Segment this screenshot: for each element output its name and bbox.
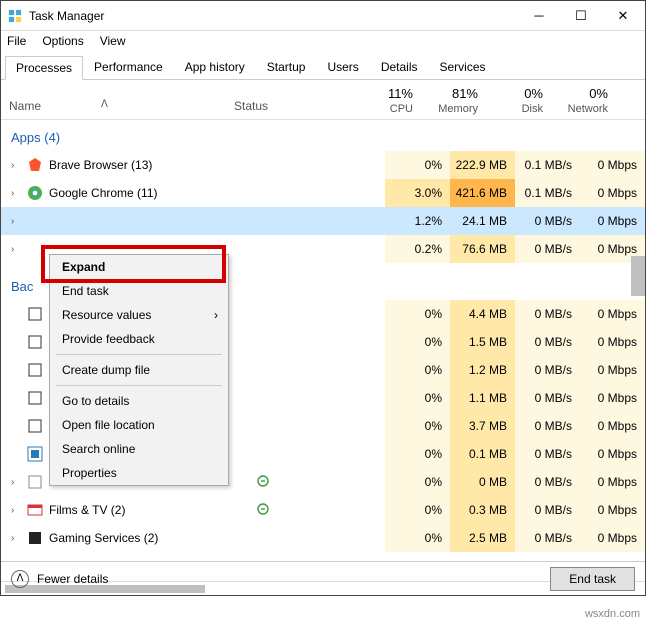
tab-performance[interactable]: Performance — [83, 55, 174, 79]
brave-icon — [27, 157, 43, 173]
footer: ᐱ Fewer details End task — [1, 561, 645, 595]
ctx-provide-feedback[interactable]: Provide feedback — [50, 327, 228, 351]
suspended-icon — [257, 503, 385, 518]
menu-file[interactable]: File — [7, 34, 26, 48]
chrome-icon — [27, 185, 43, 201]
menubar: File Options View — [1, 31, 645, 51]
generic-process-icon — [27, 362, 43, 378]
chevron-up-icon[interactable]: ᐱ — [11, 570, 29, 588]
col-disk-header[interactable]: 0% Disk — [486, 86, 551, 119]
chevron-right-icon[interactable]: › — [11, 533, 21, 544]
separator — [56, 385, 222, 386]
ctx-go-details[interactable]: Go to details — [50, 389, 228, 413]
generic-process-icon — [27, 418, 43, 434]
column-headers: ᐱ Name Status 11% CPU 81% Memory 0% Disk… — [1, 80, 645, 120]
app-icon — [7, 8, 23, 24]
vertical-scrollbar[interactable] — [631, 256, 645, 296]
watermark: wsxdn.com — [585, 608, 640, 620]
end-task-button[interactable]: End task — [550, 567, 635, 591]
sort-indicator-icon: ᐱ — [101, 99, 108, 110]
suspended-icon — [257, 475, 385, 490]
col-cpu-header[interactable]: 11% CPU — [356, 86, 421, 119]
ctx-expand[interactable]: Expand — [50, 255, 228, 279]
minimize-button[interactable]: ─ — [527, 4, 551, 28]
close-button[interactable]: ✕ — [611, 4, 635, 28]
menu-options[interactable]: Options — [42, 34, 83, 48]
chevron-right-icon[interactable]: › — [11, 216, 21, 227]
ctx-search-online[interactable]: Search online — [50, 437, 228, 461]
window-title: Task Manager — [29, 9, 104, 23]
generic-process-icon — [27, 390, 43, 406]
separator — [56, 354, 222, 355]
tab-services[interactable]: Services — [429, 55, 497, 79]
app-icon — [27, 213, 43, 229]
tab-users[interactable]: Users — [316, 55, 369, 79]
group-apps: Apps (4) — [1, 120, 645, 151]
ctx-create-dump[interactable]: Create dump file — [50, 358, 228, 382]
table-row-selected[interactable]: › 1.2% 24.1 MB 0 MB/s 0 Mbps — [1, 207, 645, 235]
ctx-resource-values[interactable]: Resource values — [50, 303, 228, 327]
titlebar: Task Manager ─ ☐ ✕ — [1, 1, 645, 31]
fewer-details-button[interactable]: Fewer details — [37, 572, 108, 586]
feeds-icon — [27, 474, 43, 490]
ctx-end-task[interactable]: End task — [50, 279, 228, 303]
col-net-header[interactable]: 0% Network — [551, 86, 616, 119]
tab-details[interactable]: Details — [370, 55, 429, 79]
generic-process-icon — [27, 334, 43, 350]
chevron-right-icon[interactable]: › — [11, 188, 21, 199]
ctx-properties[interactable]: Properties — [50, 461, 228, 485]
gaming-services-icon — [27, 530, 43, 546]
table-row[interactable]: › Brave Browser (13) 0% 222.9 MB 0.1 MB/… — [1, 151, 645, 179]
col-mem-header[interactable]: 81% Memory — [421, 86, 486, 119]
context-menu: Expand End task Resource values Provide … — [49, 254, 229, 486]
chevron-right-icon[interactable]: › — [11, 505, 21, 516]
chevron-right-icon[interactable]: › — [11, 160, 21, 171]
tab-startup[interactable]: Startup — [256, 55, 317, 79]
generic-process-icon — [27, 306, 43, 322]
col-name-header[interactable]: ᐱ Name — [1, 99, 226, 119]
features-on-demand-icon — [27, 446, 43, 462]
films-tv-icon — [27, 502, 43, 518]
menu-view[interactable]: View — [100, 34, 126, 48]
table-row[interactable]: › Films & TV (2) 0% 0.3 MB 0 MB/s 0 Mbps — [1, 496, 645, 524]
tab-app-history[interactable]: App history — [174, 55, 256, 79]
table-row[interactable]: › Gaming Services (2) 0% 2.5 MB 0 MB/s 0… — [1, 524, 645, 552]
table-row[interactable]: › Google Chrome (11) 3.0% 421.6 MB 0.1 M… — [1, 179, 645, 207]
maximize-button[interactable]: ☐ — [569, 4, 593, 28]
col-status-header[interactable]: Status — [226, 99, 356, 119]
chevron-right-icon[interactable]: › — [11, 244, 21, 255]
ctx-open-location[interactable]: Open file location — [50, 413, 228, 437]
tabs: Processes Performance App history Startu… — [1, 51, 645, 80]
task-manager-window: Task Manager ─ ☐ ✕ File Options View Pro… — [0, 0, 646, 596]
chevron-right-icon[interactable]: › — [11, 477, 21, 488]
tab-processes[interactable]: Processes — [5, 56, 83, 80]
